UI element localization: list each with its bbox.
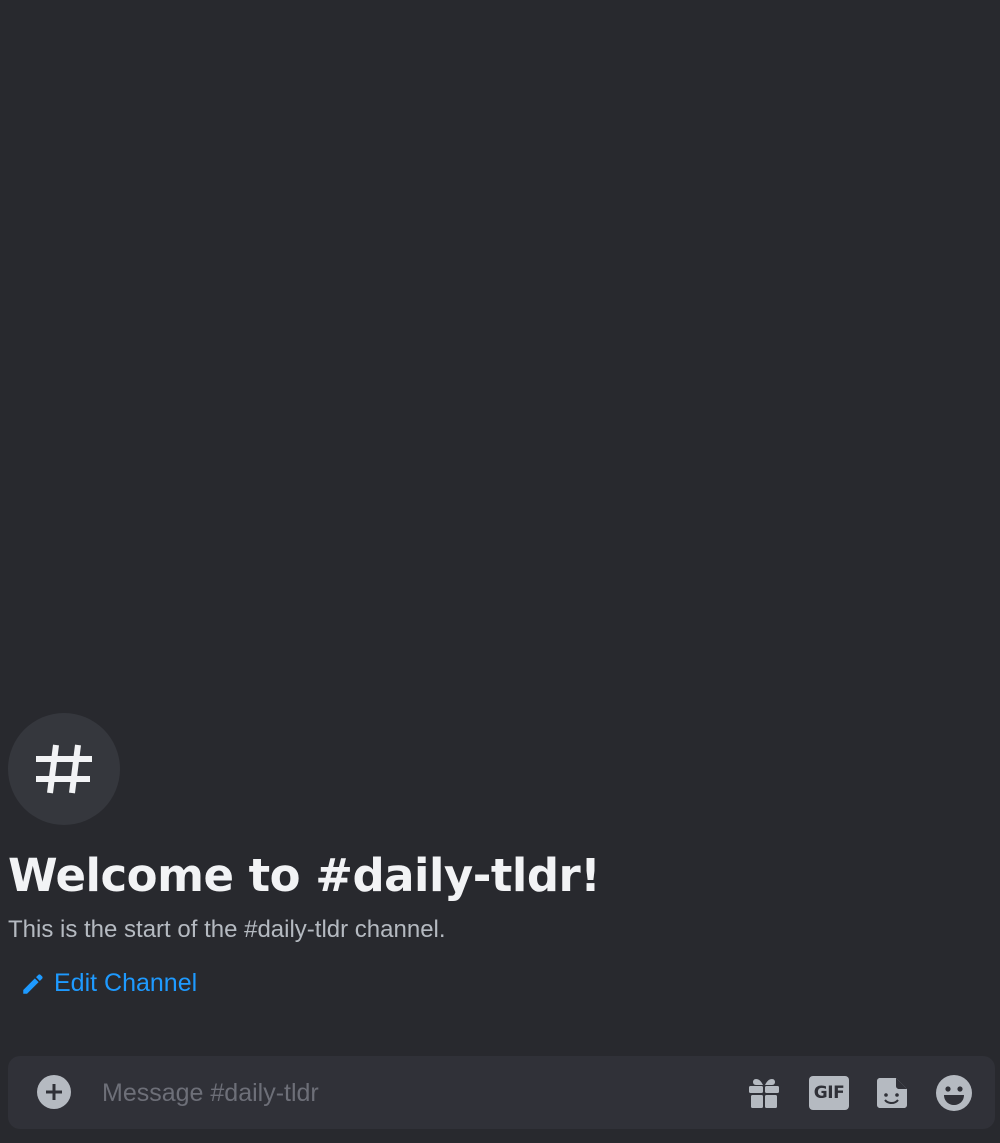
gif-icon: GIF: [809, 1076, 849, 1110]
gift-icon: [749, 1079, 779, 1108]
pencil-icon: [23, 973, 43, 994]
emoji-button[interactable]: [934, 1073, 974, 1113]
hashtag-icon: [36, 744, 92, 794]
add-attachment-button[interactable]: [37, 1075, 71, 1109]
message-input[interactable]: [100, 1070, 724, 1116]
message-composer: GIF: [8, 1056, 995, 1129]
sticker-icon: [877, 1078, 907, 1108]
channel-icon-circle: [8, 713, 120, 825]
gift-button[interactable]: [744, 1073, 784, 1113]
welcome-title: Welcome to #daily-tldr!: [8, 849, 601, 902]
gif-button[interactable]: GIF: [809, 1073, 849, 1113]
edit-channel-button[interactable]: Edit Channel: [20, 969, 197, 998]
plus-icon: [46, 1084, 62, 1100]
chat-area: Welcome to #daily-tldr! This is the star…: [0, 0, 1000, 1143]
channel-welcome: Welcome to #daily-tldr! This is the star…: [8, 713, 988, 1002]
emoji-icon: [936, 1075, 972, 1111]
welcome-subtitle: This is the start of the #daily-tldr cha…: [8, 916, 446, 943]
sticker-button[interactable]: [872, 1073, 912, 1113]
edit-channel-label: Edit Channel: [54, 969, 198, 997]
